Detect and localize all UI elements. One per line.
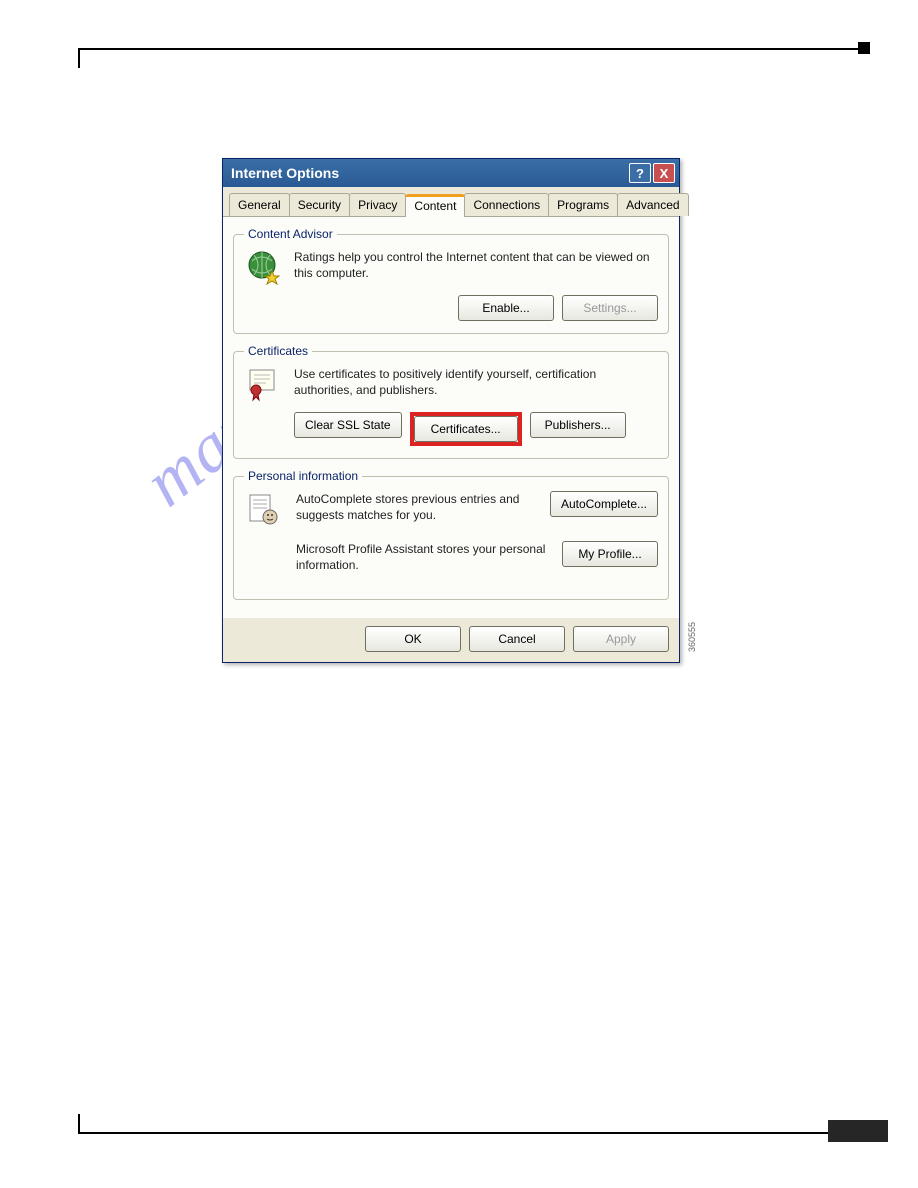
- tab-content[interactable]: Content: [405, 194, 465, 217]
- tab-connections[interactable]: Connections: [464, 193, 549, 216]
- certificate-icon: [244, 366, 284, 402]
- tab-row: General Security Privacy Content Connect…: [223, 187, 679, 217]
- cancel-button[interactable]: Cancel: [469, 626, 565, 652]
- autocomplete-desc: AutoComplete stores previous entries and…: [296, 491, 538, 523]
- tab-body: Content Advisor Ratings help you control…: [223, 217, 679, 618]
- tab-security[interactable]: Security: [289, 193, 350, 216]
- apply-button: Apply: [573, 626, 669, 652]
- close-button[interactable]: X: [653, 163, 675, 183]
- corner-mark-bottom-left: [78, 1114, 80, 1134]
- publishers-button[interactable]: Publishers...: [530, 412, 626, 438]
- tab-advanced[interactable]: Advanced: [617, 193, 688, 216]
- help-button[interactable]: ?: [629, 163, 651, 183]
- autocomplete-button[interactable]: AutoComplete...: [550, 491, 658, 517]
- content-advisor-legend: Content Advisor: [244, 227, 337, 241]
- dialog-title: Internet Options: [231, 165, 339, 181]
- my-profile-button[interactable]: My Profile...: [562, 541, 658, 567]
- tab-privacy[interactable]: Privacy: [349, 193, 406, 216]
- figure-id-label: 360555: [687, 622, 697, 652]
- dialog-footer: OK Cancel Apply: [223, 618, 679, 662]
- page-number-box: [828, 1120, 888, 1142]
- globe-star-icon: [244, 249, 284, 285]
- tab-programs[interactable]: Programs: [548, 193, 618, 216]
- corner-mark-top-right: [858, 42, 870, 54]
- internet-options-dialog: Internet Options ? X General Security Pr…: [222, 158, 680, 663]
- clear-ssl-button[interactable]: Clear SSL State: [294, 412, 402, 438]
- content-advisor-desc: Ratings help you control the Internet co…: [294, 249, 658, 281]
- page-bottom-rule: [78, 1132, 860, 1134]
- certificates-desc: Use certificates to positively identify …: [294, 366, 658, 398]
- enable-button[interactable]: Enable...: [458, 295, 554, 321]
- tab-general[interactable]: General: [229, 193, 290, 216]
- titlebar: Internet Options ? X: [223, 159, 679, 187]
- settings-button: Settings...: [562, 295, 658, 321]
- certificates-button[interactable]: Certificates...: [414, 416, 518, 442]
- profile-desc: Microsoft Profile Assistant stores your …: [296, 541, 550, 573]
- titlebar-buttons: ? X: [629, 163, 675, 183]
- ok-button[interactable]: OK: [365, 626, 461, 652]
- content-advisor-group: Content Advisor Ratings help you control…: [233, 227, 669, 334]
- certificates-legend: Certificates: [244, 344, 312, 358]
- certificates-button-highlight: Certificates...: [410, 412, 522, 446]
- autocomplete-icon: [244, 491, 284, 527]
- personal-info-legend: Personal information: [244, 469, 362, 483]
- certificates-group: Certificates Use certificates to positiv…: [233, 344, 669, 459]
- personal-info-group: Personal information AutoComplete stores…: [233, 469, 669, 600]
